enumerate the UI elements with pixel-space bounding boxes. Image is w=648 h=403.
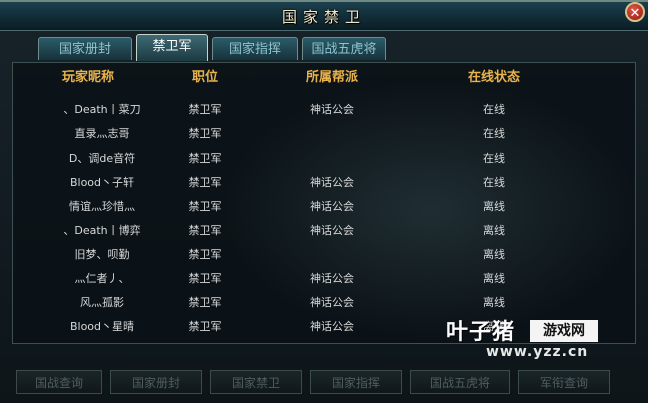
window-titlebar: 国家禁卫 ✕ <box>0 0 648 31</box>
watermark-logo: 叶子猪 <box>446 320 516 345</box>
player-name: D、调de音符 <box>68 152 136 165</box>
player-status: 离线 <box>483 248 505 261</box>
player-name: 、Death丨菜刀 <box>63 103 141 116</box>
player-guild: 神话公会 <box>310 103 354 116</box>
player-position: 禁卫军 <box>188 152 222 165</box>
table-row[interactable]: 风灬孤影 禁卫军 神话公会 离线 <box>12 290 636 314</box>
player-status: 在线 <box>483 152 505 165</box>
player-status: 在线 <box>483 103 505 116</box>
player-position: 禁卫军 <box>188 296 222 309</box>
player-position: 禁卫军 <box>188 103 222 116</box>
player-position: 禁卫军 <box>188 272 222 285</box>
player-status: 在线 <box>483 176 505 189</box>
game-window: 国家禁卫 ✕ 国家册封 禁卫军 国家指挥 国战五虎将 玩家昵称 职位 所属帮派 … <box>0 0 648 403</box>
table-row[interactable]: 灬仁者丿、 禁卫军 神话公会 离线 <box>12 266 636 290</box>
table-row[interactable]: D、调de音符 禁卫军 在线 <box>12 146 636 170</box>
tab-national-command[interactable]: 国家指挥 <box>212 37 298 60</box>
player-position: 禁卫军 <box>188 320 222 333</box>
player-name: 旧梦、呗勤 <box>74 248 130 261</box>
player-guild: 神话公会 <box>310 176 354 189</box>
player-position: 禁卫军 <box>188 200 222 213</box>
bottom-button-national-title[interactable]: 国家册封 <box>110 370 202 394</box>
player-guild: 神话公会 <box>310 296 354 309</box>
watermark-box: 游戏网 <box>530 320 598 342</box>
player-position: 禁卫军 <box>188 176 222 189</box>
player-status: 离线 <box>483 272 505 285</box>
tab-national-title[interactable]: 国家册封 <box>38 37 132 60</box>
player-status: 离线 <box>483 200 505 213</box>
bottom-button-rank-query[interactable]: 军衔查询 <box>518 370 610 394</box>
table-row[interactable]: 直录灬志哥 禁卫军 在线 <box>12 121 636 145</box>
player-guild: 神话公会 <box>310 224 354 237</box>
player-name: Blood丶子轩 <box>69 176 135 189</box>
header-online-status: 在线状态 <box>467 70 520 85</box>
bottom-button-national-command[interactable]: 国家指挥 <box>310 370 402 394</box>
bottom-button-war-generals[interactable]: 国战五虎将 <box>410 370 510 394</box>
player-name: 情谊灬珍惜灬 <box>69 200 135 213</box>
player-guild: 神话公会 <box>310 272 354 285</box>
header-guild: 所属帮派 <box>305 70 358 85</box>
tab-war-generals[interactable]: 国战五虎将 <box>302 37 386 60</box>
player-name: 直录灬志哥 <box>74 127 130 140</box>
header-player-name: 玩家昵称 <box>61 70 114 85</box>
site-watermark: 叶子猪 游戏网 www.yzz.cn <box>446 314 636 368</box>
table-row[interactable]: 旧梦、呗勤 禁卫军 离线 <box>12 242 636 266</box>
player-status: 离线 <box>483 224 505 237</box>
player-name: Blood丶星晴 <box>69 320 135 333</box>
player-position: 禁卫军 <box>188 248 222 261</box>
table-row[interactable]: 、Death丨菜刀 禁卫军 神话公会 在线 <box>12 97 636 121</box>
player-position: 禁卫军 <box>188 224 222 237</box>
player-name: 、Death丨博弈 <box>63 224 141 237</box>
player-guild: 神话公会 <box>310 200 354 213</box>
bottom-button-war-query[interactable]: 国战查询 <box>16 370 102 394</box>
player-name: 风灬孤影 <box>80 296 124 309</box>
table-row[interactable]: 情谊灬珍惜灬 禁卫军 神话公会 离线 <box>12 194 636 218</box>
header-position: 职位 <box>191 70 218 85</box>
player-status: 离线 <box>483 296 505 309</box>
close-icon[interactable]: ✕ <box>625 2 645 22</box>
player-position: 禁卫军 <box>188 127 222 140</box>
bottom-button-national-guard[interactable]: 国家禁卫 <box>210 370 302 394</box>
player-status: 在线 <box>483 127 505 140</box>
tab-royal-guard[interactable]: 禁卫军 <box>136 34 208 61</box>
watermark-url: www.yzz.cn <box>486 344 589 360</box>
player-guild: 神话公会 <box>310 320 354 333</box>
player-name: 灬仁者丿、 <box>74 272 130 285</box>
table-row[interactable]: 、Death丨博弈 禁卫军 神话公会 离线 <box>12 218 636 242</box>
table-row[interactable]: Blood丶子轩 禁卫军 神话公会 在线 <box>12 170 636 194</box>
window-title: 国家禁卫 <box>281 8 366 26</box>
